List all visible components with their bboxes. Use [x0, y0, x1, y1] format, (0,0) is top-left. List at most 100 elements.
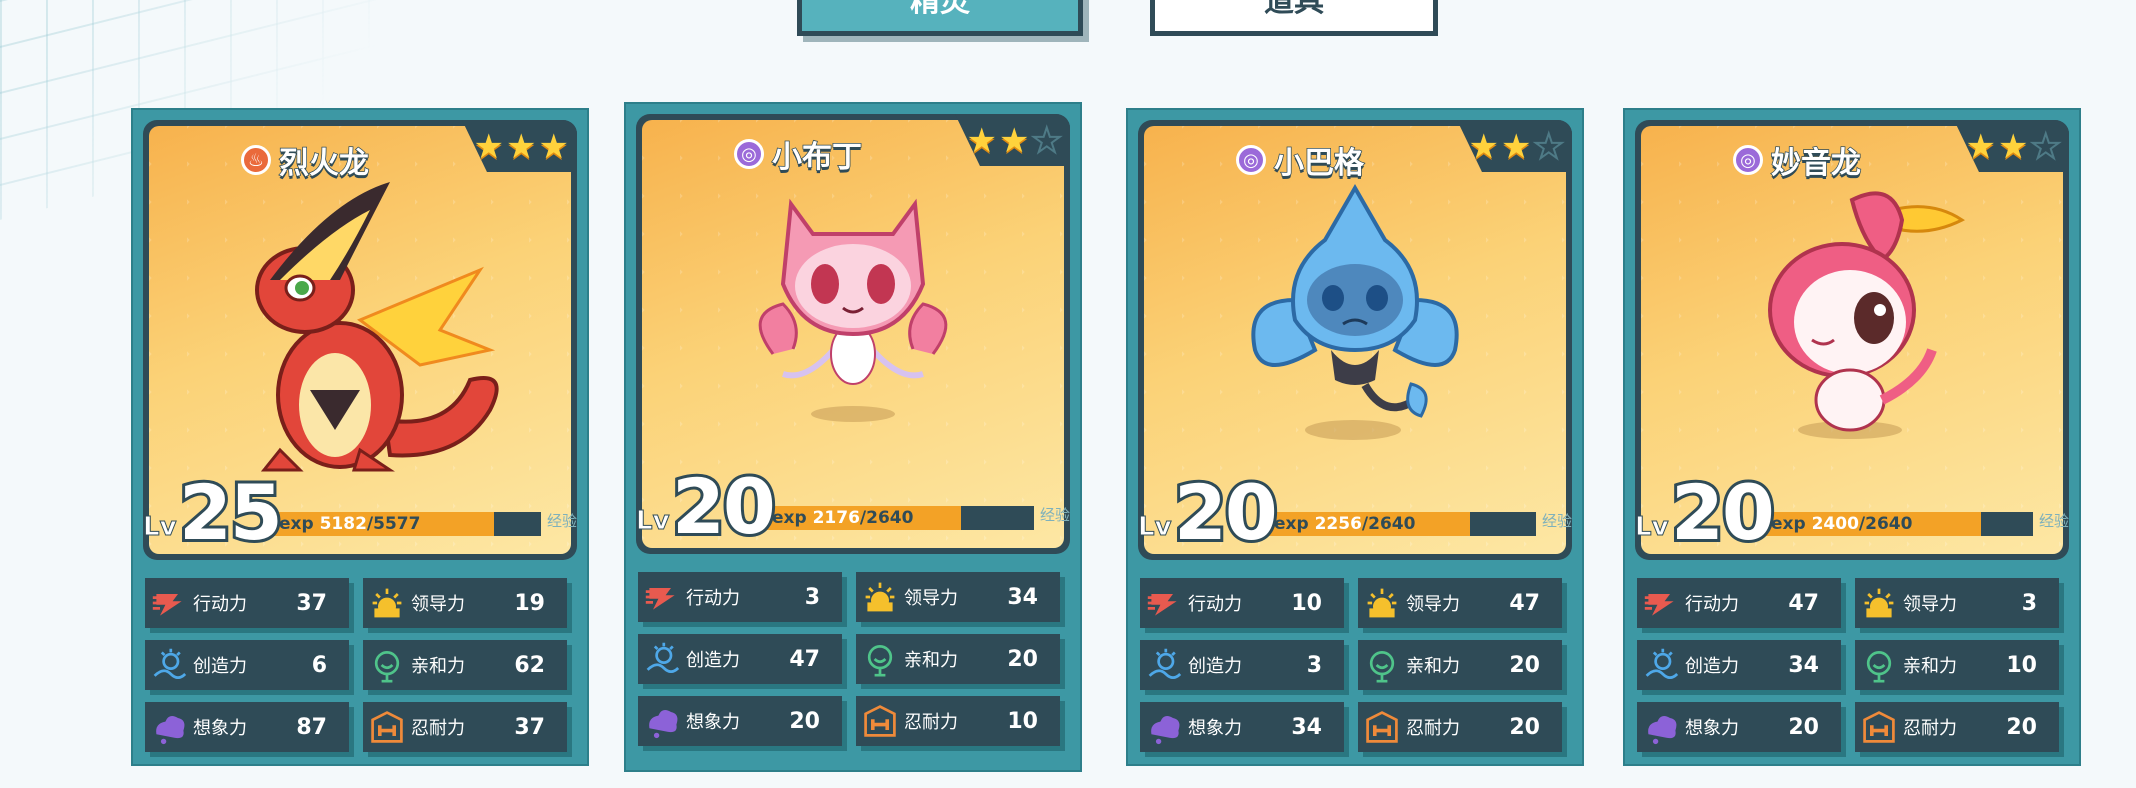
- stat-label: 领导力: [904, 588, 958, 609]
- star-rating: ★ ★ ★: [1965, 127, 2062, 167]
- stat-label: 行动力: [193, 594, 247, 615]
- psychic-element-icon: ◎: [1236, 145, 1266, 175]
- stat-value: 20: [1509, 652, 1540, 678]
- star-icon: ★: [1030, 121, 1063, 161]
- action-icon: [1641, 583, 1681, 623]
- stats-grid: 行动力 37 领导力 19 创造力 6 亲和力 62 想象力 87 忍耐力 37: [145, 578, 575, 752]
- stat-value: 10: [1007, 708, 1038, 734]
- stat-value: 34: [1291, 714, 1322, 740]
- pet-name-row: ◎ 小布丁: [636, 132, 960, 176]
- pet-card[interactable]: ★ ★ ★ ♨ 烈火龙 exp 5182/5577 经验 Lv 25 行动力 37 领导…: [131, 108, 589, 766]
- stat-value: 87: [296, 714, 327, 740]
- stat-row: 创造力 47: [638, 634, 842, 684]
- stat-label: 领导力: [411, 594, 465, 615]
- level-number: 20: [1668, 465, 1778, 560]
- stat-label: 创造力: [1685, 656, 1739, 677]
- level-label: Lv: [636, 506, 671, 537]
- tab-items[interactable]: 道具: [1150, 0, 1438, 36]
- stat-row: 想象力 34: [1140, 702, 1344, 752]
- stat-row: 行动力 37: [145, 578, 349, 628]
- stat-value: 20: [1788, 714, 1819, 740]
- star-icon: ★: [999, 121, 1030, 161]
- exp-button[interactable]: 经验: [1040, 504, 1070, 525]
- imagination-icon: [149, 707, 189, 747]
- stat-label: 亲和力: [1406, 656, 1460, 677]
- stat-label: 忍耐力: [411, 718, 465, 739]
- stat-row: 忍耐力 20: [1855, 702, 2059, 752]
- psychic-element-icon: ◎: [1733, 145, 1763, 175]
- exp-track: exp 5182/5577: [271, 512, 511, 536]
- imagination-icon: [1641, 707, 1681, 747]
- leadership-icon: [367, 583, 407, 623]
- stat-label: 想象力: [193, 718, 247, 739]
- stat-label: 想象力: [1188, 718, 1242, 739]
- stat-value: 10: [1291, 590, 1322, 616]
- stat-value: 47: [1788, 590, 1819, 616]
- level-bar: exp 2256/2640 经验 Lv 20: [1134, 465, 1576, 560]
- exp-button[interactable]: 经验: [547, 510, 577, 531]
- exp-button[interactable]: 经验: [2039, 510, 2069, 531]
- level-bar: exp 2400/2640 经验 Lv 20: [1631, 465, 2073, 560]
- affinity-icon: [1362, 645, 1402, 685]
- star-icon: ★: [1965, 127, 1997, 167]
- stat-value: 37: [296, 590, 327, 616]
- stat-row: 领导力 47: [1358, 578, 1562, 628]
- stat-value: 20: [1007, 646, 1038, 672]
- stat-value: 20: [789, 708, 820, 734]
- stat-value: 37: [514, 714, 545, 740]
- creature-illustration: [1732, 180, 1972, 454]
- star-rating: ★ ★ ★: [474, 130, 569, 164]
- star-rating: ★ ★ ★: [967, 121, 1063, 161]
- creativity-icon: [1641, 645, 1681, 685]
- stat-value: 47: [1509, 590, 1540, 616]
- stat-row: 亲和力 20: [856, 634, 1060, 684]
- exp-track: exp 2176/2640: [764, 506, 1004, 530]
- star-icon: ★: [1998, 127, 2029, 167]
- pet-name-row: ◎ 小巴格: [1138, 138, 1462, 182]
- level-number: 25: [176, 465, 286, 560]
- stat-label: 想象力: [686, 712, 740, 733]
- stat-value: 10: [2006, 652, 2037, 678]
- leadership-icon: [1362, 583, 1402, 623]
- exp-track: exp 2256/2640: [1266, 512, 1506, 536]
- star-icon: ★: [1501, 127, 1532, 167]
- pet-card[interactable]: ★ ★ ★ ◎ 小巴格 exp 2256/2640 经验 Lv 20 行动力 10 领导…: [1126, 108, 1584, 766]
- endurance-icon: [367, 707, 407, 747]
- stat-row: 忍耐力 20: [1358, 702, 1562, 752]
- stat-row: 想象力 20: [638, 696, 842, 746]
- stat-row: 领导力 3: [1855, 578, 2059, 628]
- level-bar: exp 5182/5577 经验 Lv 25: [139, 465, 581, 560]
- stats-grid: 行动力 10 领导力 47 创造力 3 亲和力 20 想象力 34 忍耐力 20: [1140, 578, 1570, 752]
- pet-card[interactable]: ★ ★ ★ ◎ 妙音龙 exp 2400/2640 经验 Lv 20 行动力 47 领导…: [1623, 108, 2081, 766]
- stat-value: 6: [311, 652, 327, 678]
- stat-value: 3: [2021, 590, 2037, 616]
- stat-label: 亲和力: [1903, 656, 1957, 677]
- pet-card[interactable]: ★ ★ ★ ◎ 小布丁 exp 2176/2640 经验 Lv 20 行动力 3 领导力…: [624, 102, 1082, 772]
- endurance-icon: [1859, 707, 1899, 747]
- creature-illustration: [1235, 180, 1475, 464]
- star-icon: ★: [2029, 127, 2062, 167]
- pet-name-row: ◎ 妙音龙: [1635, 138, 1959, 182]
- creativity-icon: [149, 645, 189, 685]
- star-icon: ★: [1468, 127, 1500, 167]
- exp-text: exp 5182/5577: [279, 514, 421, 534]
- stat-label: 忍耐力: [904, 712, 958, 733]
- pet-name-row: ♨ 烈火龙: [143, 138, 467, 182]
- stat-label: 想象力: [1685, 718, 1739, 739]
- stat-label: 创造力: [686, 650, 740, 671]
- action-icon: [149, 583, 189, 623]
- stat-value: 34: [1788, 652, 1819, 678]
- stat-row: 忍耐力 10: [856, 696, 1060, 746]
- star-icon: ★: [538, 127, 569, 167]
- star-rating: ★ ★ ★: [1468, 127, 1565, 167]
- stat-row: 亲和力 10: [1855, 640, 2059, 690]
- stat-label: 行动力: [686, 588, 740, 609]
- imagination-icon: [1144, 707, 1184, 747]
- tab-spirits[interactable]: 精灵: [797, 0, 1083, 36]
- exp-button[interactable]: 经验: [1542, 510, 1572, 531]
- fire-element-icon: ♨: [241, 145, 271, 175]
- level-number: 20: [669, 459, 779, 554]
- stat-row: 想象力 20: [1637, 702, 1841, 752]
- stat-row: 领导力 19: [363, 578, 567, 628]
- stat-label: 创造力: [1188, 656, 1242, 677]
